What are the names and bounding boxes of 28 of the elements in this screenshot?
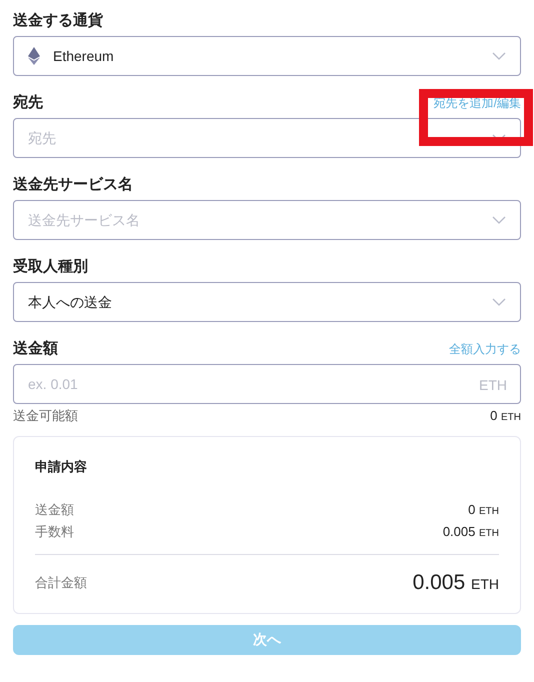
- field-label: 送金先サービス名: [13, 174, 133, 194]
- select-value: Ethereum: [53, 46, 115, 66]
- select-field[interactable]: 本人への送金: [13, 282, 521, 322]
- select-field[interactable]: Ethereum: [13, 36, 521, 76]
- summary-value: 0.005 ETH: [442, 522, 499, 540]
- field-link[interactable]: 全額入力する: [449, 340, 521, 358]
- field-label: 受取人種別: [13, 256, 88, 276]
- summary-value: 0 ETH: [468, 501, 499, 519]
- summary-title: 申請内容: [35, 458, 88, 476]
- total-label: 合計金額: [35, 574, 87, 592]
- select-placeholder: 送金先サービス名: [28, 210, 141, 230]
- chevron-down-icon: [492, 216, 506, 224]
- available-amount: 0 ETH: [490, 407, 521, 425]
- select-field[interactable]: 宛先: [13, 118, 521, 158]
- summary-label: 手数料: [35, 522, 74, 540]
- unit-label: ETH: [479, 376, 507, 395]
- select-placeholder: 宛先: [28, 128, 57, 148]
- field-link[interactable]: 宛先を追加/編集: [434, 94, 521, 112]
- chevron-down-icon: [492, 52, 506, 60]
- summary-label: 送金額: [35, 501, 74, 519]
- field-label: 送金する通貨: [13, 10, 103, 30]
- field-label: 送金額: [13, 338, 58, 358]
- select-value: 本人への送金: [28, 292, 113, 312]
- available-label: 送金可能額: [13, 407, 78, 425]
- total-value: 0.005 ETH: [412, 570, 499, 596]
- select-field[interactable]: 送金先サービス名: [13, 200, 521, 240]
- chevron-down-icon: [492, 298, 506, 306]
- field-label: 宛先: [13, 92, 43, 112]
